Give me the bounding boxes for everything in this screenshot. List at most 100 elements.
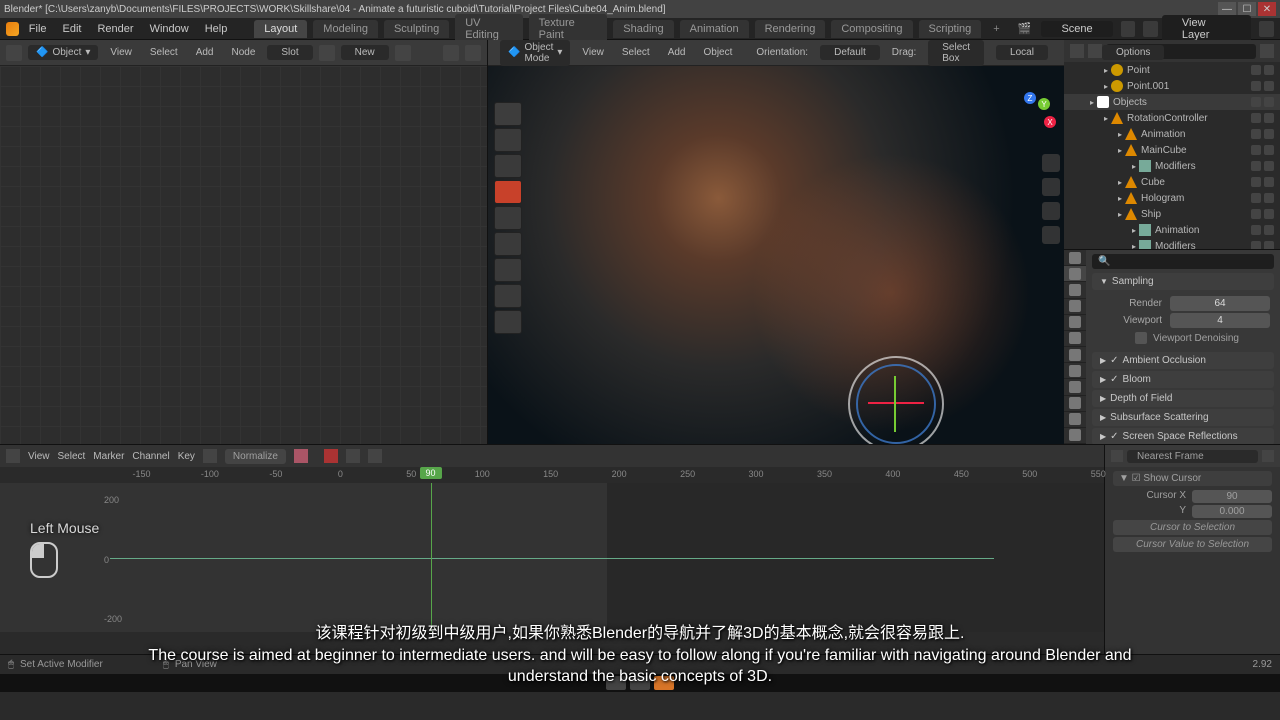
- viewport-samples-field[interactable]: 4: [1170, 313, 1270, 328]
- prop-tab-viewlayer[interactable]: [1064, 282, 1086, 298]
- menu-window[interactable]: Window: [144, 21, 195, 37]
- workspace-tab-animation[interactable]: Animation: [680, 20, 749, 38]
- options-dropdown[interactable]: Options: [1102, 45, 1164, 60]
- scene-selector[interactable]: Scene: [1041, 21, 1112, 37]
- panel-ao[interactable]: ▶✓Ambient Occlusion: [1092, 352, 1274, 369]
- auto-toggle-icon[interactable]: [294, 449, 308, 463]
- orientation-selector[interactable]: Default: [820, 45, 880, 60]
- panel-sss[interactable]: ▶Subsurface Scattering: [1092, 409, 1274, 426]
- node-editor[interactable]: 🔷 Object ▾ View Select Add Node Slot New: [0, 40, 488, 444]
- prop-tab-render[interactable]: [1064, 250, 1086, 266]
- prop-tab-data[interactable]: [1064, 412, 1086, 428]
- vp-menu-view[interactable]: View: [576, 45, 610, 60]
- filter-icon[interactable]: [1111, 450, 1123, 462]
- material-browse-icon[interactable]: [319, 45, 335, 61]
- panel-ssr[interactable]: ▶✓Screen Space Reflections: [1092, 428, 1274, 444]
- prop-tab-output[interactable]: [1064, 266, 1086, 282]
- cursor-x-field[interactable]: 90: [1192, 490, 1272, 503]
- prop-tab-modifiers[interactable]: [1064, 347, 1086, 363]
- maximize-button[interactable]: ☐: [1238, 2, 1256, 16]
- pan-icon[interactable]: [1042, 178, 1060, 196]
- outliner-row[interactable]: ▸Cube: [1064, 174, 1280, 190]
- outliner-row[interactable]: ▸Objects: [1064, 94, 1280, 110]
- tool-rotate[interactable]: [494, 180, 522, 204]
- pivot-selector[interactable]: Local: [996, 45, 1048, 60]
- graph-canvas[interactable]: 200 0 -200: [0, 483, 1104, 632]
- outliner[interactable]: ▸Point▸Point.001▸Objects▸RotationControl…: [1064, 40, 1280, 250]
- panel-dof[interactable]: ▶Depth of Field: [1092, 390, 1274, 407]
- cursor-y-field[interactable]: 0.000: [1192, 505, 1272, 518]
- outliner-row[interactable]: ▸Point: [1064, 62, 1280, 78]
- rotate-gizmo[interactable]: [848, 356, 944, 444]
- nav-gizmo[interactable]: Z Y X: [1008, 92, 1058, 142]
- camera-icon[interactable]: [1042, 202, 1060, 220]
- marker-icon[interactable]: [1262, 450, 1274, 462]
- menu-render[interactable]: Render: [91, 21, 139, 37]
- prop-tab-constraints[interactable]: [1064, 396, 1086, 412]
- editor-type-icon[interactable]: [6, 45, 22, 61]
- slot-selector[interactable]: Slot: [267, 45, 312, 60]
- snap-mode-selector[interactable]: Nearest Frame: [1127, 450, 1258, 463]
- node-canvas[interactable]: [0, 66, 487, 444]
- node-menu-view[interactable]: View: [104, 45, 138, 60]
- zoom-icon[interactable]: [1042, 154, 1060, 172]
- scene-delete-button[interactable]: [1143, 21, 1158, 37]
- tool-transform[interactable]: [494, 232, 522, 256]
- display-mode-icon[interactable]: [1088, 44, 1102, 58]
- tool-addcube[interactable]: [494, 310, 522, 334]
- object-mode-selector[interactable]: 🔷 Object Mode ▾: [500, 40, 570, 66]
- tool-cursor[interactable]: [494, 128, 522, 152]
- playhead-line[interactable]: [431, 483, 432, 632]
- material-new-button[interactable]: New: [341, 45, 389, 60]
- tool-select-box[interactable]: [494, 102, 522, 126]
- record-icon[interactable]: [324, 449, 338, 463]
- outliner-row[interactable]: ▸RotationController: [1064, 110, 1280, 126]
- node-menu-node[interactable]: Node: [225, 45, 261, 60]
- workspace-tab-shading[interactable]: Shading: [613, 20, 673, 38]
- workspace-add-button[interactable]: +: [985, 20, 1007, 38]
- graph-editor[interactable]: View Select Marker Channel Key Normalize…: [0, 445, 1104, 654]
- node-menu-select[interactable]: Select: [144, 45, 184, 60]
- workspace-tab-modeling[interactable]: Modeling: [313, 20, 378, 38]
- cursor-value-to-selection-button[interactable]: Cursor Value to Selection: [1113, 537, 1272, 552]
- workspace-tab-scripting[interactable]: Scripting: [919, 20, 982, 38]
- prop-tab-particles[interactable]: [1064, 363, 1086, 379]
- snap-icon[interactable]: [443, 45, 459, 61]
- workspace-tab-compositing[interactable]: Compositing: [831, 20, 912, 38]
- pin-icon[interactable]: [395, 45, 411, 61]
- cursor-to-selection-button[interactable]: Cursor to Selection: [1113, 520, 1272, 535]
- graph-menu-key[interactable]: Key: [178, 451, 195, 462]
- prop-tab-object[interactable]: [1064, 331, 1086, 347]
- vp-menu-add[interactable]: Add: [662, 45, 692, 60]
- proportional-icon[interactable]: [368, 449, 382, 463]
- playhead-label[interactable]: 90: [420, 467, 442, 479]
- fcurve[interactable]: [110, 558, 993, 559]
- overlay-icon[interactable]: [465, 45, 481, 61]
- axis-z-icon[interactable]: Z: [1024, 92, 1036, 104]
- outliner-row[interactable]: ▸Modifiers: [1064, 238, 1280, 250]
- viewlayer-new-button[interactable]: [1259, 21, 1274, 37]
- normalize-toggle[interactable]: Normalize: [225, 449, 286, 464]
- editor-type-icon[interactable]: [1070, 44, 1084, 58]
- taskbar-app-icon[interactable]: [606, 676, 626, 690]
- workspace-tab-rendering[interactable]: Rendering: [755, 20, 826, 38]
- 3d-viewport[interactable]: 🔷 Object Mode ▾ View Select Add Object O…: [488, 40, 1064, 444]
- menu-edit[interactable]: Edit: [57, 21, 88, 37]
- workspace-tab-sculpting[interactable]: Sculpting: [384, 20, 449, 38]
- panel-show-cursor[interactable]: ▼ ☑ Show Cursor: [1113, 471, 1272, 486]
- viewport-canvas[interactable]: Z Y X: [488, 66, 1064, 444]
- taskbar-app-icon[interactable]: [630, 676, 650, 690]
- prop-tab-material[interactable]: [1064, 428, 1086, 444]
- panel-bloom[interactable]: ▶✓Bloom: [1092, 371, 1274, 388]
- graph-menu-marker[interactable]: Marker: [93, 451, 124, 462]
- vp-menu-select[interactable]: Select: [616, 45, 656, 60]
- outliner-row[interactable]: ▸Animation: [1064, 126, 1280, 142]
- outliner-row[interactable]: ▸Point.001: [1064, 78, 1280, 94]
- vp-menu-object[interactable]: Object: [697, 45, 738, 60]
- axis-x-icon[interactable]: X: [1044, 116, 1056, 128]
- prop-tab-scene[interactable]: [1064, 299, 1086, 315]
- snap-icon[interactable]: [346, 449, 360, 463]
- outliner-row[interactable]: ▸Hologram: [1064, 190, 1280, 206]
- ghost-icon[interactable]: [203, 449, 217, 463]
- props-search[interactable]: 🔍: [1092, 254, 1274, 269]
